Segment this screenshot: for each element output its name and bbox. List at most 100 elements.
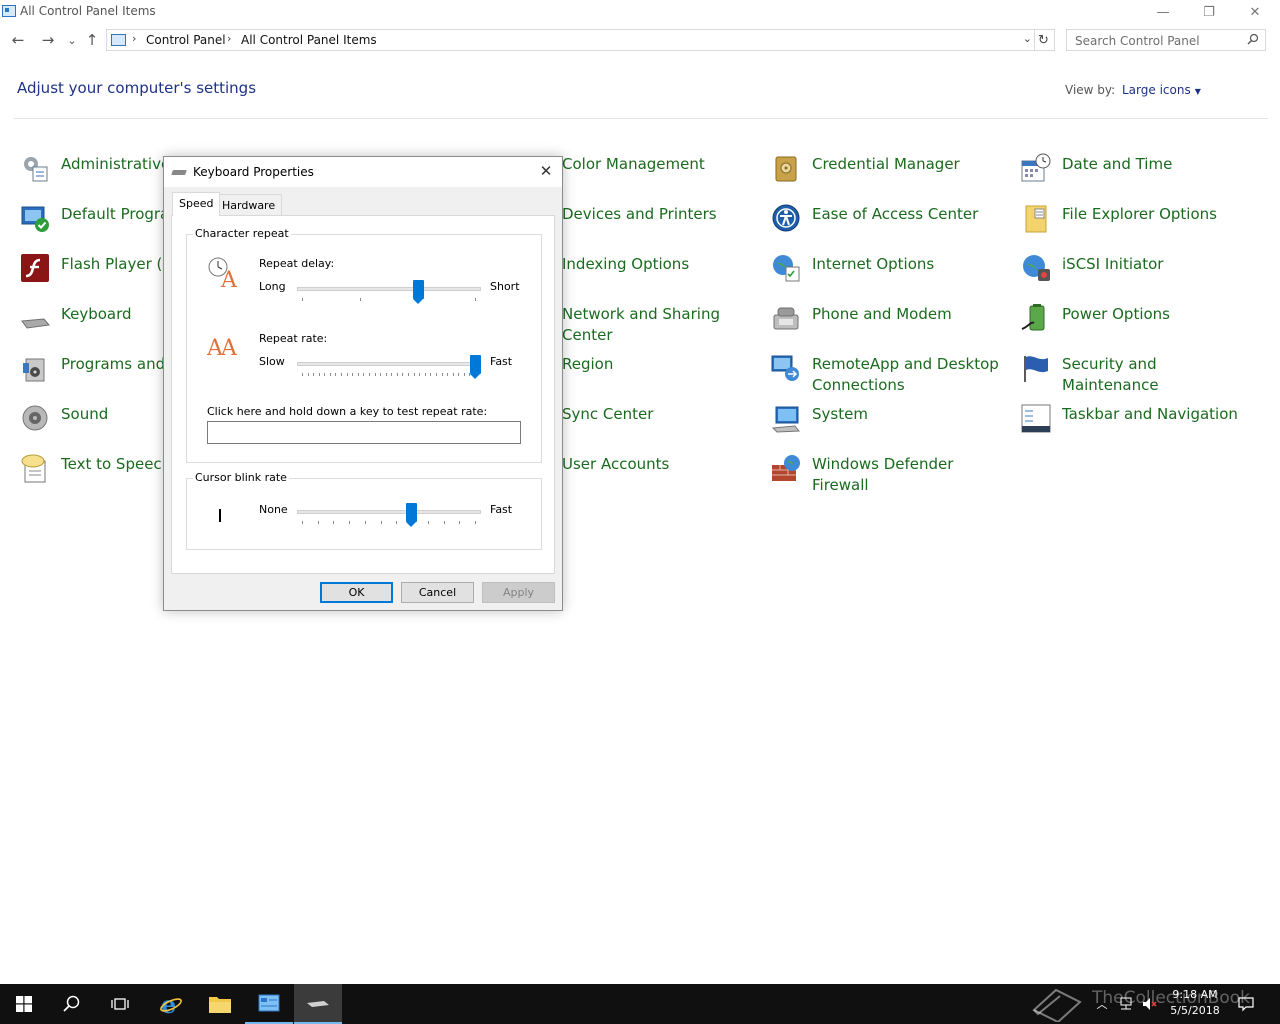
breadcrumb-separator[interactable]: › (132, 32, 136, 45)
search-input[interactable] (1067, 31, 1237, 51)
book-logo-icon (1030, 986, 1084, 1024)
slider-tick (413, 373, 415, 376)
slider-tick (419, 373, 421, 376)
show-hidden-icons-button[interactable]: ︿ (1094, 984, 1110, 1024)
repeat-rate-slider[interactable] (470, 355, 481, 379)
cp-item-windows-defender-firewall[interactable]: Windows Defender Firewall (770, 452, 1010, 496)
cp-item-credential-manager[interactable]: Credential Manager (770, 152, 1010, 196)
internet-explorer-button[interactable]: e (147, 984, 195, 1024)
tab-hardware[interactable]: Hardware (215, 194, 283, 216)
cp-item-internet-options[interactable]: Internet Options (770, 252, 1010, 296)
ok-button[interactable]: OK (320, 582, 393, 603)
internet-explorer-icon: e (160, 992, 182, 1016)
slider-tick (427, 521, 429, 524)
breadcrumb-all-items[interactable]: All Control Panel Items (241, 33, 377, 47)
cursor-blink-label: Cursor blink rate (193, 471, 289, 484)
dialog-title: Keyboard Properties (193, 165, 314, 179)
control-panel-icon (258, 994, 280, 1012)
slider-tick (364, 521, 366, 524)
breadcrumb-separator[interactable]: › (227, 32, 231, 45)
dialog-close-button[interactable]: ✕ (536, 161, 556, 181)
slider-tick (318, 373, 320, 376)
back-button[interactable]: ← (8, 30, 28, 50)
cp-item-label: User Accounts (562, 455, 670, 473)
slider-tick (313, 373, 315, 376)
address-bar[interactable]: › Control Panel › All Control Panel Item… (106, 29, 1055, 51)
test-repeat-label: Click here and hold down a key to test r… (207, 405, 488, 418)
keyboard-properties-taskbar-button[interactable] (294, 984, 342, 1024)
slider-tick (333, 521, 335, 524)
repeat-delay-label: Repeat delay: (259, 257, 335, 270)
slider-tick (341, 373, 343, 376)
repeat-delay-short-label: Short (490, 280, 520, 293)
slider-tick (385, 373, 387, 376)
search-box[interactable] (1066, 29, 1266, 51)
start-button[interactable] (0, 984, 48, 1024)
character-repeat-label: Character repeat (193, 227, 291, 240)
volume-tray-icon[interactable] (1140, 984, 1160, 1024)
restore-button[interactable]: ❐ (1186, 0, 1232, 24)
cp-item-iscsi-initiator[interactable]: iSCSI Initiator (1020, 252, 1260, 296)
svg-text:A: A (220, 268, 238, 289)
cp-item-system[interactable]: System (770, 402, 1010, 446)
cp-item-label: Power Options (1062, 305, 1170, 323)
keyboard-icon (171, 170, 187, 175)
cp-item-label: Security and Maintenance (1062, 355, 1159, 394)
repeat-rate-label: Repeat rate: (259, 332, 328, 345)
view-by-dropdown[interactable]: Large icons ▼ (1122, 83, 1201, 97)
minimize-button[interactable]: — (1140, 0, 1186, 24)
remoteapp-icon (770, 352, 802, 384)
caret-down-icon: ▼ (1194, 87, 1201, 96)
breadcrumb-control-panel[interactable]: Control Panel (146, 33, 226, 47)
cp-item-label: Devices and Printers (562, 205, 717, 223)
cursor-blink-slider[interactable] (405, 503, 417, 527)
test-repeat-input[interactable] (207, 421, 521, 444)
cp-item-remoteapp-desktop-connections[interactable]: RemoteApp and Desktop Connections (770, 352, 1010, 396)
slider-tick (408, 373, 410, 376)
control-panel-icon (2, 5, 16, 17)
cancel-button[interactable]: Cancel (401, 582, 474, 603)
action-center-button[interactable] (1236, 984, 1256, 1024)
slider-tick (459, 521, 461, 524)
file-explorer-button[interactable] (196, 984, 244, 1024)
search-button[interactable] (48, 984, 96, 1024)
cp-item-label: Phone and Modem (812, 305, 952, 323)
task-view-button[interactable] (96, 984, 144, 1024)
svg-text:e: e (161, 992, 176, 1016)
cp-item-security-and-maintenance[interactable]: Security and Maintenance (1020, 352, 1260, 396)
cp-item-label: RemoteApp and Desktop Connections (812, 355, 999, 394)
svg-text:A: A (220, 336, 238, 361)
close-window-button[interactable]: ✕ (1232, 0, 1278, 24)
cp-item-taskbar-and-navigation[interactable]: Taskbar and Navigation (1020, 402, 1260, 446)
address-dropdown-icon[interactable]: ⌄ (1023, 32, 1032, 45)
cp-item-label: Sync Center (562, 405, 654, 423)
search-icon[interactable] (1247, 33, 1259, 45)
slider-tick (441, 373, 443, 376)
credential-manager-icon (770, 152, 802, 184)
slider-tick (475, 521, 476, 524)
cp-item-ease-of-access[interactable]: Ease of Access Center (770, 202, 1010, 246)
slider-tick (302, 373, 303, 376)
cp-item-date-and-time[interactable]: Date and Time (1020, 152, 1260, 196)
window-title-bar: All Control Panel Items — ❐ ✕ (0, 0, 1280, 24)
slider-tick (329, 373, 331, 376)
slider-tick (363, 373, 365, 376)
slider-tick (443, 521, 445, 524)
system-clock[interactable]: 9:18 AM 5/5/2018 (1160, 987, 1230, 1019)
cp-item-label: Ease of Access Center (812, 205, 979, 223)
cursor-blink-fast-label: Fast (490, 503, 513, 516)
apply-button[interactable]: Apply (482, 582, 555, 603)
up-button[interactable]: ↑ (82, 30, 102, 50)
cp-item-power-options[interactable]: Power Options (1020, 302, 1260, 346)
folder-icon (209, 997, 231, 1013)
control-panel-taskbar-button[interactable] (245, 984, 293, 1024)
tab-speed[interactable]: Speed (172, 192, 221, 216)
network-tray-icon[interactable] (1116, 984, 1136, 1024)
repeat-delay-slider[interactable] (412, 280, 424, 304)
cp-item-file-explorer-options[interactable]: File Explorer Options (1020, 202, 1260, 246)
forward-button[interactable]: → (38, 30, 58, 50)
system-icon (770, 402, 802, 434)
recent-locations-button[interactable]: ⌄ (62, 30, 82, 50)
refresh-button[interactable]: ↻ (1034, 30, 1052, 50)
cp-item-phone-and-modem[interactable]: Phone and Modem (770, 302, 1010, 346)
